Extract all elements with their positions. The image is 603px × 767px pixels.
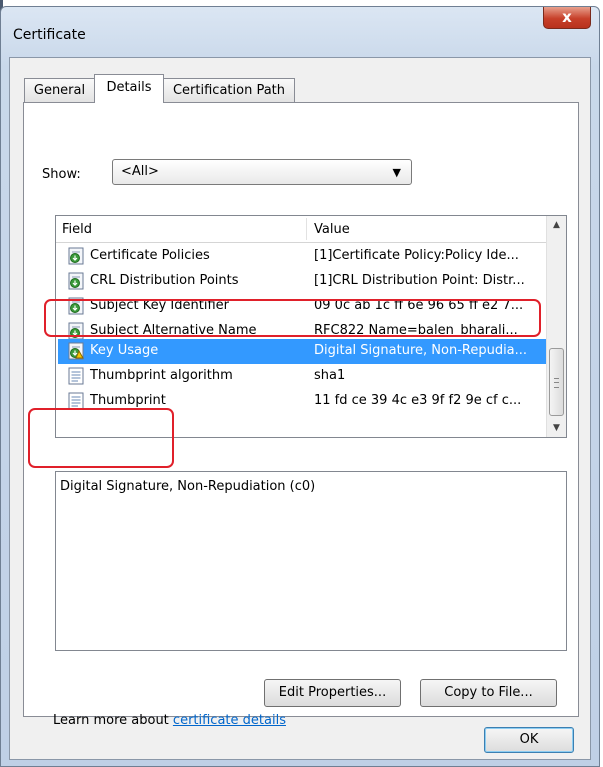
table-row[interactable]: Thumbprint algorithm sha1 [58, 364, 547, 389]
row-value: Digital Signature, Non-Repudia... [314, 343, 528, 358]
row-value: RFC822 Name=balen_bharali... [314, 323, 518, 338]
grip-icon [554, 378, 559, 388]
row-field: Key Usage [90, 343, 159, 358]
show-label: Show: [42, 167, 81, 182]
column-header-field[interactable]: Field [62, 222, 92, 237]
close-button[interactable]: x [543, 7, 591, 29]
field-detail-text: Digital Signature, Non-Repudiation (c0) [60, 479, 316, 494]
table-row[interactable]: Certificate Policies [1]Certificate Poli… [58, 244, 547, 269]
certificate-fields-list[interactable]: Field Value Certificate Policies [1]Cert… [55, 215, 567, 438]
tab-general[interactable]: General [24, 78, 95, 102]
edit-properties-button[interactable]: Edit Properties... [264, 679, 401, 707]
list-vertical-scrollbar[interactable]: ▲ ▼ [546, 216, 566, 437]
column-header-value[interactable]: Value [314, 222, 350, 237]
table-row[interactable]: Subject Key Identifier 09 0c ab 1c ff 6e… [58, 294, 547, 319]
table-row[interactable]: CRL Distribution Points [1]CRL Distribut… [58, 269, 547, 294]
scroll-up-arrow-icon[interactable]: ▲ [547, 216, 566, 234]
table-row[interactable]: Thumbprint 11 fd ce 39 4c e3 9f f2 9e cf… [58, 389, 547, 414]
learn-more-text: Learn more about certificate details [53, 713, 286, 728]
document-property-icon [68, 367, 84, 385]
table-row[interactable]: Subject Alternative Name RFC822 Name=bal… [58, 319, 547, 339]
tab-details[interactable]: Details [94, 74, 164, 103]
certificate-extension-icon [68, 247, 84, 265]
row-field: Thumbprint [90, 393, 166, 408]
row-field: Subject Alternative Name [90, 323, 257, 338]
scroll-down-arrow-icon[interactable]: ▼ [547, 419, 566, 437]
close-icon: x [562, 8, 572, 26]
field-detail-textbox[interactable]: Digital Signature, Non-Repudiation (c0) [55, 471, 567, 651]
document-property-icon [68, 392, 84, 410]
ok-button[interactable]: OK [484, 727, 574, 753]
certificate-dialog: Certificate x General Details Certificat… [0, 6, 600, 767]
certificate-extension-icon [68, 297, 84, 315]
chevron-down-icon: ▼ [392, 166, 401, 179]
certificate-critical-extension-icon [68, 342, 84, 360]
row-field: Thumbprint algorithm [90, 368, 233, 383]
window-title: Certificate [13, 27, 86, 43]
dialog-client-area: General Details Certification Path Show:… [9, 57, 591, 760]
row-field: Certificate Policies [90, 248, 210, 263]
row-value: 09 0c ab 1c ff 6e 96 65 ff e2 7... [314, 298, 524, 313]
row-value: [1]CRL Distribution Point: Distr... [314, 273, 525, 288]
learn-more-prefix: Learn more about [53, 713, 173, 728]
column-divider[interactable] [306, 218, 307, 240]
row-value: [1]Certificate Policy:Policy Ide... [314, 248, 519, 263]
title-bar[interactable]: Certificate x [1, 7, 599, 57]
copy-to-file-button[interactable]: Copy to File... [420, 679, 557, 707]
show-selected-value: <All> [121, 164, 159, 179]
certificate-extension-icon [68, 322, 84, 339]
tab-certification-path[interactable]: Certification Path [163, 78, 295, 102]
list-header: Field Value [56, 216, 547, 243]
row-field: Subject Key Identifier [90, 298, 229, 313]
details-tab-panel: Show: <All> ▼ Field Value Certificate Po… [23, 102, 579, 728]
row-value: 11 fd ce 39 4c e3 9f f2 9e cf c... [314, 393, 522, 408]
table-row-selected[interactable]: Key Usage Digital Signature, Non-Repudia… [58, 339, 547, 364]
show-dropdown[interactable]: <All> ▼ [112, 159, 412, 185]
scrollbar-thumb[interactable] [549, 348, 564, 416]
certificate-extension-icon [68, 272, 84, 290]
row-field: CRL Distribution Points [90, 273, 239, 288]
row-value: sha1 [314, 368, 346, 383]
certificate-details-link[interactable]: certificate details [173, 713, 286, 728]
